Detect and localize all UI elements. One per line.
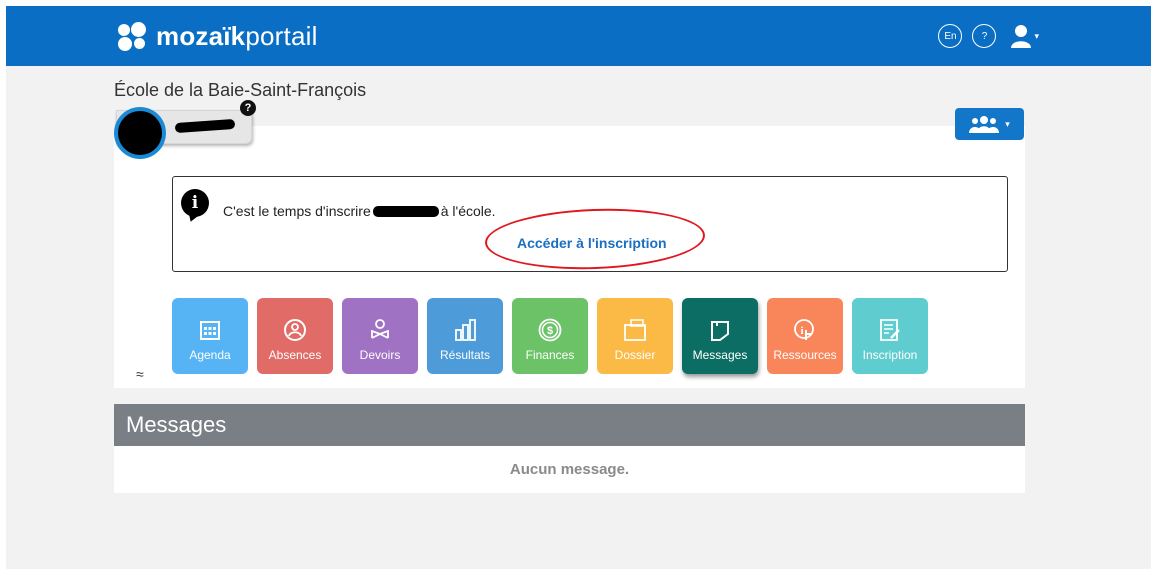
child-name-redacted [174,118,236,134]
language-button[interactable]: En [938,24,963,48]
tile-label: Résultats [439,348,491,362]
logo-bold-text: mozaïk [156,21,246,51]
registration-alert: i C'est le temps d'inscrire à l'école. A… [172,176,1008,273]
message-icon [711,321,729,341]
tile-dossier[interactable]: Dossier [597,298,673,374]
redacted-name [372,205,439,217]
child-help-icon[interactable]: ? [240,100,256,116]
resources-icon: i [794,319,814,340]
registration-icon [880,319,900,341]
user-menu-button[interactable]: ▾ [1010,24,1039,48]
top-navbar: mozaïkportail En ? ▾ [6,6,1151,66]
logo-text: mozaïkportail [156,21,318,51]
tile-label: Inscription [862,348,918,362]
tile-absences[interactable]: Absences [257,298,333,374]
registration-link[interactable]: Accéder à l'inscription [517,235,667,251]
tile-finances[interactable]: $ Finances [512,298,588,374]
alert-text-before: C'est le temps d'inscrire [223,203,371,219]
tile-inscription[interactable]: Inscription [852,298,928,374]
messages-empty-state: Aucun message. [114,446,1025,493]
tile-label: Finances [525,348,575,362]
avatar-photo-redacted [118,111,162,155]
tile-label: Dossier [614,348,656,362]
logo-mark-icon [116,20,150,52]
folder-icon [624,319,646,341]
tile-devoirs[interactable]: Devoirs [342,298,418,374]
tile-agenda[interactable]: Agenda [172,298,248,374]
tile-label: Absences [268,348,322,362]
module-tiles: Agenda Absences Devoirs Résultats $ Fina… [172,298,928,374]
tile-label: Ressources [773,348,837,362]
svg-text:i: i [800,325,803,337]
mozaik-logo[interactable]: mozaïkportail [116,20,318,52]
chevron-down-icon: ▾ [1005,118,1010,129]
tile-label: Agenda [189,348,231,362]
group-icon [969,116,1000,133]
avatar[interactable] [114,107,166,159]
svg-text:$: $ [547,325,553,337]
viewport: mozaïkportail En ? ▾ École de la Baie-Sa… [6,6,1151,569]
logo-light-text: portail [245,21,318,51]
group-switch-button[interactable]: ▾ [955,108,1024,140]
messages-section-title: Messages [114,404,1025,446]
tile-ressources[interactable]: i Ressources [767,298,843,374]
alert-text-after: à l'école. [440,203,496,219]
chevron-down-icon: ▾ [1034,30,1039,41]
alert-message: C'est le temps d'inscrire à l'école. [223,203,496,219]
tile-label: Messages [692,348,748,362]
bar-chart-icon [455,319,476,341]
top-actions: En ? ▾ [938,24,1039,48]
absences-icon [284,319,306,341]
collapse-icon[interactable]: ≈ [136,366,144,382]
user-icon [1011,25,1032,48]
calendar-icon [200,321,220,340]
tile-resultats[interactable]: Résultats [427,298,503,374]
homework-icon [371,319,389,339]
school-name: École de la Baie-Saint-François [114,80,367,100]
info-icon: i [181,189,209,217]
tile-messages[interactable]: Messages [682,298,758,374]
tile-label: Devoirs [359,348,401,362]
dollar-icon: $ [538,318,562,342]
help-button[interactable]: ? [972,24,997,48]
